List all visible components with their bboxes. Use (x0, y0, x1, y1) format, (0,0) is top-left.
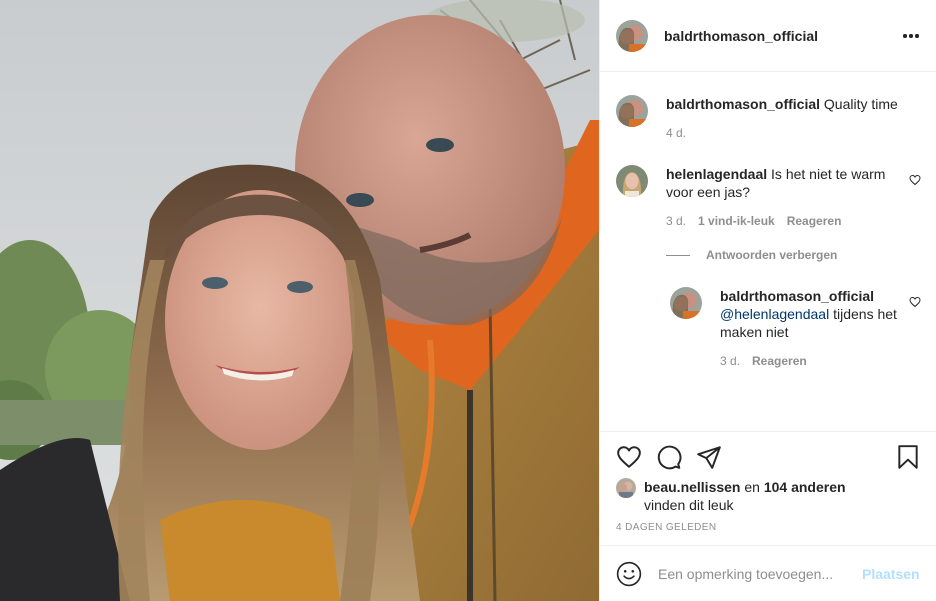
comment-avatar-image (616, 165, 648, 197)
reply-mention[interactable]: @helenlagendaal (720, 306, 829, 322)
post-header: baldrthomason_official (600, 0, 936, 72)
comment-likes-count[interactable]: 1 vind-ik-leuk (698, 214, 775, 228)
like-heart-icon[interactable] (616, 444, 642, 470)
post-comment-button[interactable]: Plaatsen (862, 566, 920, 582)
caption-meta: 4 d. (666, 126, 686, 140)
caption-avatar-wrap (616, 95, 648, 127)
comment-time[interactable]: 3 d. (666, 214, 686, 228)
comments-section: baldrthomason_official Quality time 4 d. (600, 73, 936, 431)
comment: helenlagendaal Is het niet te warm voor … (666, 165, 901, 201)
likes-suffix: vinden dit leuk (644, 497, 734, 513)
author-avatar-image (616, 19, 648, 52)
reply-username[interactable]: baldrthomason_official (720, 288, 874, 304)
likes-connector: en (744, 479, 760, 495)
likes-summary: beau.nellissen en 104 anderen vinden dit… (616, 478, 846, 514)
likes-others[interactable]: 104 anderen (764, 479, 846, 495)
likes-text: beau.nellissen en 104 anderen vinden dit… (644, 478, 846, 514)
hide-replies-line (666, 254, 690, 256)
author-avatar[interactable] (616, 19, 648, 52)
post-photo[interactable] (0, 0, 599, 601)
comment-avatar[interactable] (616, 165, 648, 197)
comment-input[interactable] (658, 566, 854, 582)
post-date[interactable]: 4 DAGEN GELEDEN (616, 522, 716, 533)
selfie-photo-illustration (0, 0, 599, 601)
post-side-panel: baldrthomason_official baldrthomason_off… (599, 0, 936, 601)
reply-reply-button[interactable]: Reageren (752, 354, 807, 368)
reply-meta: 3 d. Reageren (720, 354, 807, 368)
hide-replies-toggle[interactable]: Antwoorden verbergen (666, 248, 837, 262)
reply-avatar-wrap (670, 287, 702, 319)
liker-avatar[interactable] (616, 478, 636, 498)
comment-meta: 3 d. 1 vind-ik-leuk Reageren (666, 214, 841, 228)
reply-avatar-image (670, 287, 702, 319)
comment-avatar-wrap (616, 165, 648, 197)
reply-avatar[interactable] (670, 287, 702, 319)
post-actions-area: beau.nellissen en 104 anderen vinden dit… (600, 431, 936, 601)
emoji-smiley-icon[interactable] (616, 561, 642, 587)
share-paper-plane-icon[interactable] (696, 444, 722, 470)
caption: baldrthomason_official Quality time (666, 95, 916, 113)
more-options-icon[interactable] (901, 26, 921, 46)
reply-like-heart-icon[interactable] (909, 296, 921, 308)
instagram-post: baldrthomason_official baldrthomason_off… (0, 0, 936, 601)
caption-avatar-image (616, 95, 648, 127)
add-comment-bar: Plaatsen (600, 545, 936, 601)
action-bar (616, 444, 921, 470)
caption-text: Quality time (823, 96, 898, 112)
liker-username[interactable]: beau.nellissen (644, 479, 740, 495)
author-username[interactable]: baldrthomason_official (664, 28, 818, 44)
save-bookmark-icon[interactable] (895, 444, 921, 470)
hide-replies-label: Antwoorden verbergen (706, 248, 838, 262)
comment-username[interactable]: helenlagendaal (666, 166, 767, 182)
reply: baldrthomason_official @helenlagendaal t… (720, 287, 900, 341)
caption-time[interactable]: 4 d. (666, 126, 686, 140)
caption-username[interactable]: baldrthomason_official (666, 96, 820, 112)
liker-avatar-image (616, 478, 636, 498)
comment-bubble-icon[interactable] (656, 444, 682, 470)
reply-time[interactable]: 3 d. (720, 354, 740, 368)
comment-reply-button[interactable]: Reageren (787, 214, 842, 228)
comment-like-heart-icon[interactable] (909, 174, 921, 186)
caption-avatar[interactable] (616, 95, 648, 127)
